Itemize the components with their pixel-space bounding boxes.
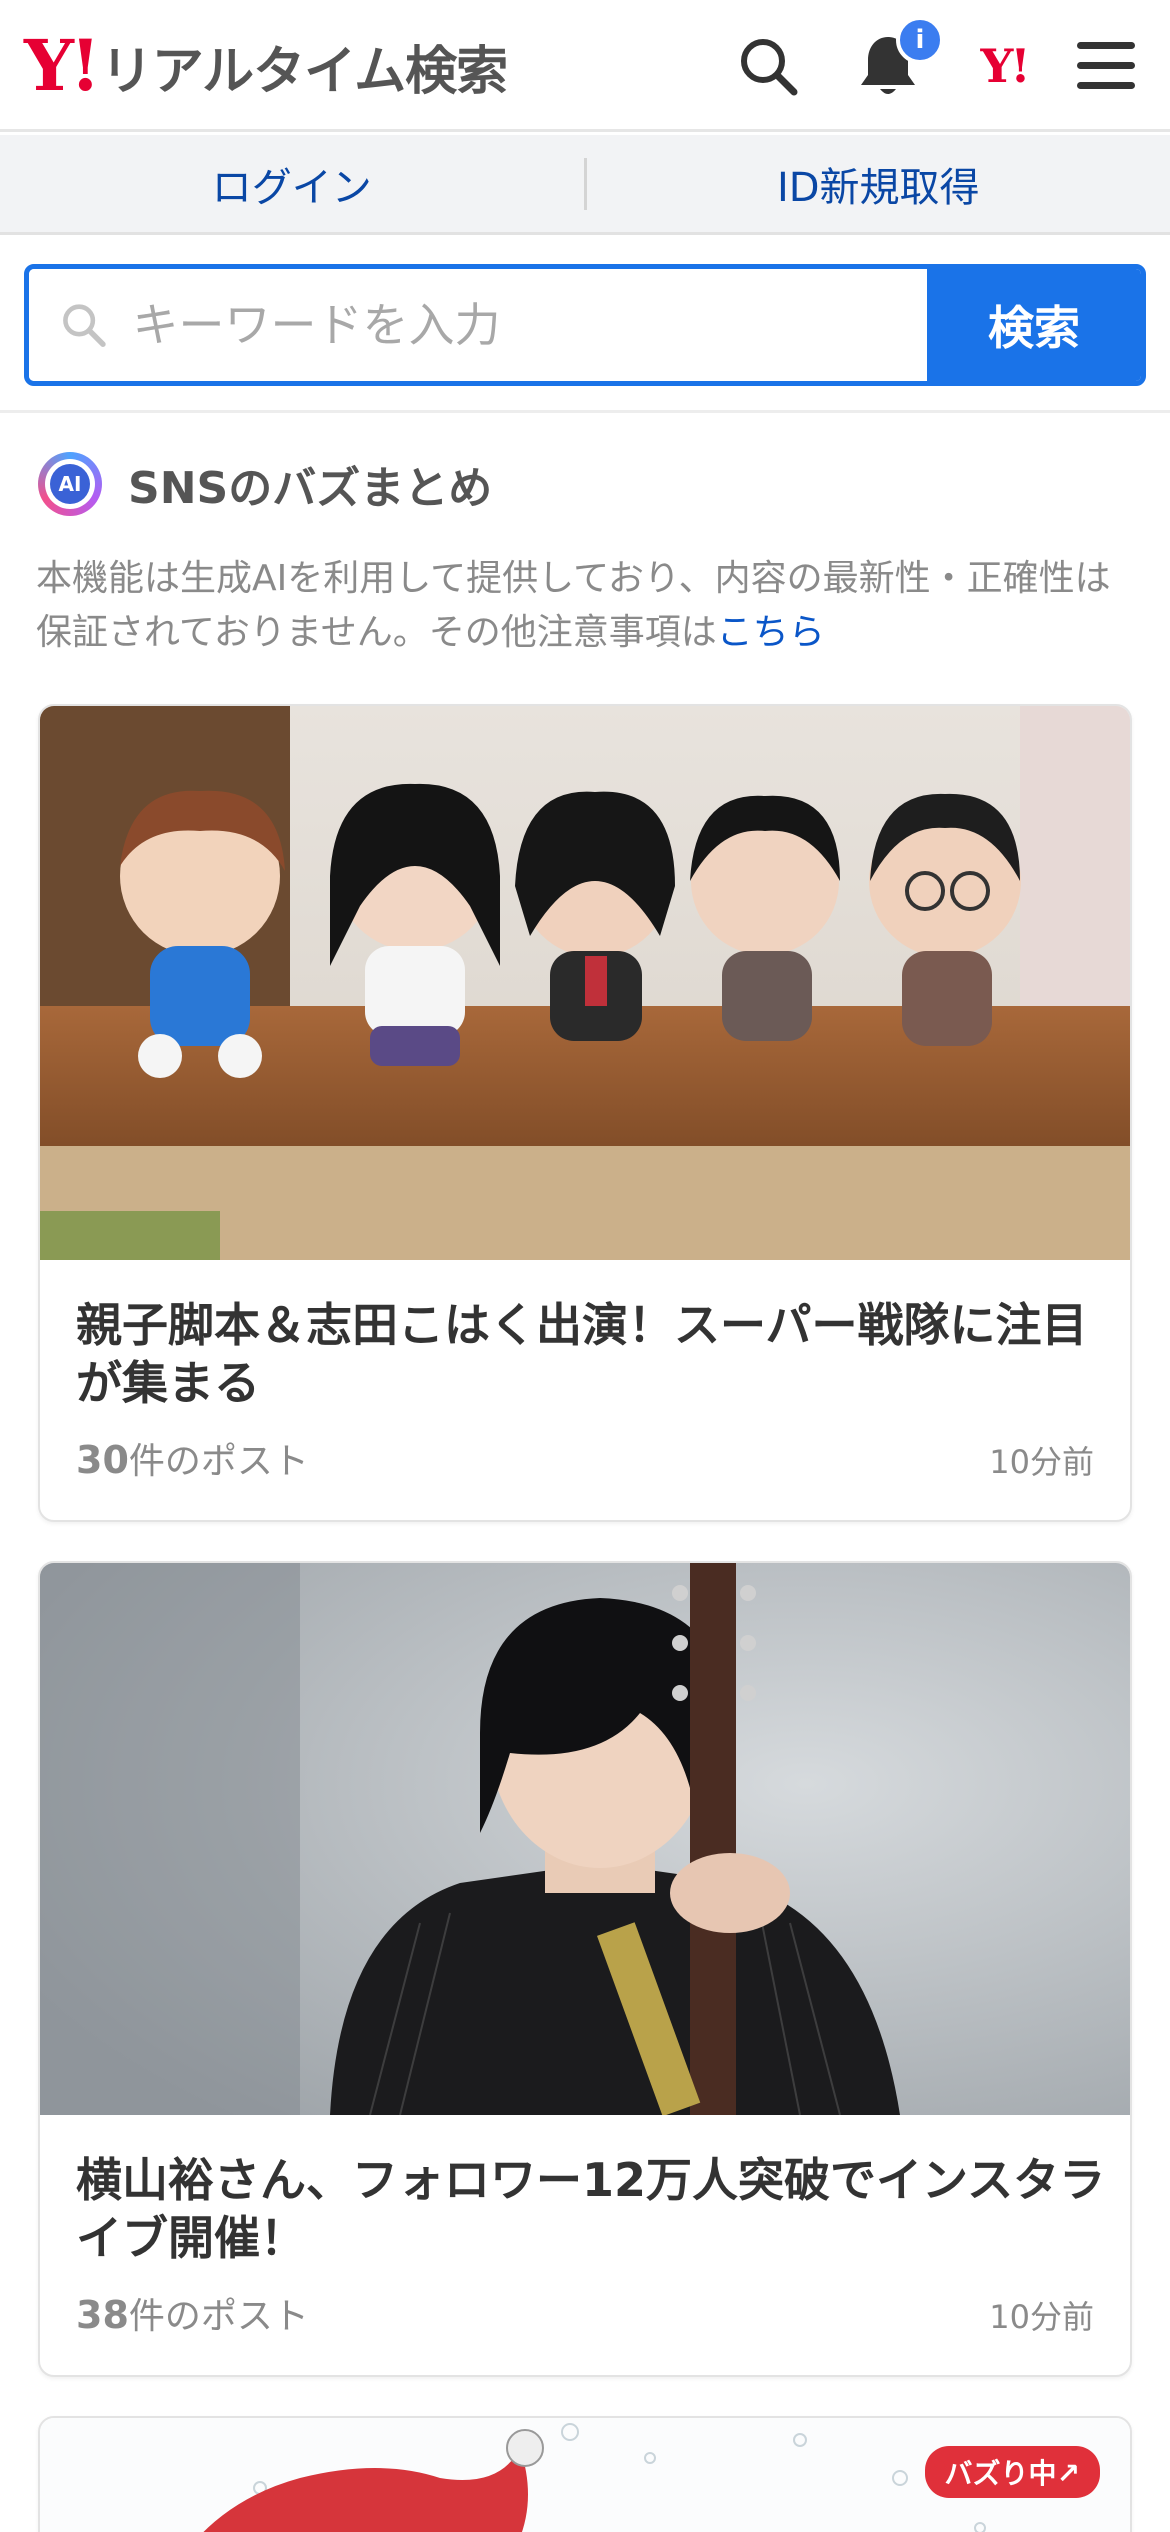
search-field-icon [63, 304, 106, 347]
buzz-card[interactable]: 横山裕さん、フォロワー12万人突破でインスタライブ開催！ 38件のポスト 10分… [38, 1561, 1132, 2377]
ai-icon: AI [38, 452, 102, 516]
card-timestamp: 10分前 [989, 2298, 1094, 2336]
section-title: SNSのバズまとめ [128, 463, 493, 514]
post-count-number: 38 [76, 2293, 129, 2337]
app-header: Y! リアルタイム検索 i Y! [0, 0, 1170, 132]
search-input[interactable] [132, 298, 927, 352]
post-count: 38件のポスト [76, 2287, 309, 2339]
buzz-badge: バズり中↗ [924, 2446, 1100, 2498]
post-count-suffix: 件のポスト [128, 2296, 309, 2337]
card-title: 横山裕さん、フォロワー12万人突破でインスタライブ開催！ [76, 2153, 1106, 2265]
search-button[interactable]: 検索 [927, 269, 1141, 381]
card-title: 親子脚本＆志田こはく出演！スーパー戦隊に注目が集まる [76, 1298, 1088, 1410]
yahoo-mark-small: Y! [980, 39, 1030, 93]
disclaimer-text: 本機能は生成AIを利用して提供しており、内容の最新性・正確性は保証されておりませ… [36, 558, 1111, 653]
buzz-card[interactable]: 親子脚本＆志田こはく出演！スーパー戦隊に注目が集まる 30件のポスト 10分前 [38, 704, 1132, 1522]
disclaimer-link[interactable]: こちら [717, 612, 825, 653]
search-field [29, 269, 927, 381]
logo-title: リアルタイム検索 [100, 41, 508, 102]
card-timestamp: 10分前 [989, 1443, 1094, 1481]
post-count-number: 30 [76, 1438, 129, 1482]
section-divider [0, 410, 1170, 413]
auth-bar: ログイン ID新規取得 [0, 135, 1170, 235]
card-image-guitarist-portrait [40, 1563, 1130, 2115]
post-count-suffix: 件のポスト [128, 1441, 309, 1482]
hamburger-menu-icon[interactable] [1070, 30, 1142, 102]
login-link[interactable]: ログイン [0, 155, 584, 213]
buzz-card[interactable]: バズり中↗ [38, 2416, 1132, 2532]
notification-badge: i [896, 16, 944, 64]
yahoo-logo-mark: Y! [24, 24, 101, 107]
search-form: 検索 [24, 264, 1146, 386]
search-icon[interactable] [732, 30, 804, 102]
ai-disclaimer: 本機能は生成AIを利用して提供しており、内容の最新性・正確性は保証されておりませ… [36, 552, 1136, 660]
yahoo-japan-icon[interactable]: Y! [968, 30, 1040, 102]
yahoo-realtime-logo[interactable]: Y! リアルタイム検索 [24, 24, 508, 107]
ai-badge-label: AI [50, 464, 90, 504]
section-header: AI SNSのバズまとめ [38, 452, 492, 516]
card-meta: 30件のポスト 10分前 [76, 1432, 1094, 1484]
post-count: 30件のポスト [76, 1432, 309, 1484]
register-link[interactable]: ID新規取得 [587, 155, 1170, 213]
card-meta: 38件のポスト 10分前 [76, 2287, 1094, 2339]
card-image-plush-dolls [40, 706, 1130, 1260]
